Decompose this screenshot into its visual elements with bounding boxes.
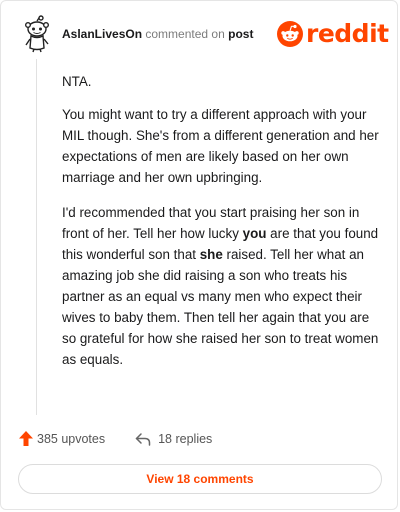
comment-text: raised. Tell her what an amazing job she… bbox=[62, 247, 379, 367]
post-link[interactable]: post bbox=[228, 27, 253, 41]
snoo-avatar-icon bbox=[24, 15, 50, 53]
comment-paragraph-1: NTA. bbox=[62, 74, 92, 89]
action-text: commented on bbox=[145, 27, 225, 41]
comment-paragraph-3: I'd recommended that you start praising … bbox=[62, 202, 380, 370]
upvote-arrow-icon bbox=[19, 431, 33, 446]
replies-button[interactable]: 18 replies bbox=[135, 432, 212, 446]
view-comments-button[interactable]: View 18 comments bbox=[18, 464, 382, 494]
thread-line[interactable] bbox=[36, 59, 37, 415]
avatar[interactable] bbox=[21, 15, 53, 53]
comment-author-line: AslanLivesOn commented on post bbox=[62, 27, 253, 41]
replies-count: 18 replies bbox=[158, 431, 213, 446]
reply-arrow-icon bbox=[135, 432, 151, 446]
comment-bold-text: you bbox=[242, 226, 267, 241]
username-link[interactable]: AslanLivesOn bbox=[62, 27, 142, 41]
comment-actions: 385 upvotes 18 replies bbox=[19, 431, 212, 446]
upvote-button[interactable]: 385 upvotes bbox=[19, 431, 105, 446]
comment-bold-text: she bbox=[199, 247, 223, 262]
upvote-count: 385 upvotes bbox=[37, 431, 106, 446]
reddit-wordmark: reddit bbox=[306, 19, 389, 48]
reddit-snoo-logo-icon bbox=[277, 20, 303, 47]
comment-card: AslanLivesOn commented on post reddit NT… bbox=[0, 0, 398, 510]
reddit-logo[interactable]: reddit bbox=[277, 19, 389, 48]
comment-paragraph-2: You might want to try a different approa… bbox=[62, 107, 379, 185]
comment-body: NTA. You might want to try a different a… bbox=[62, 71, 380, 384]
